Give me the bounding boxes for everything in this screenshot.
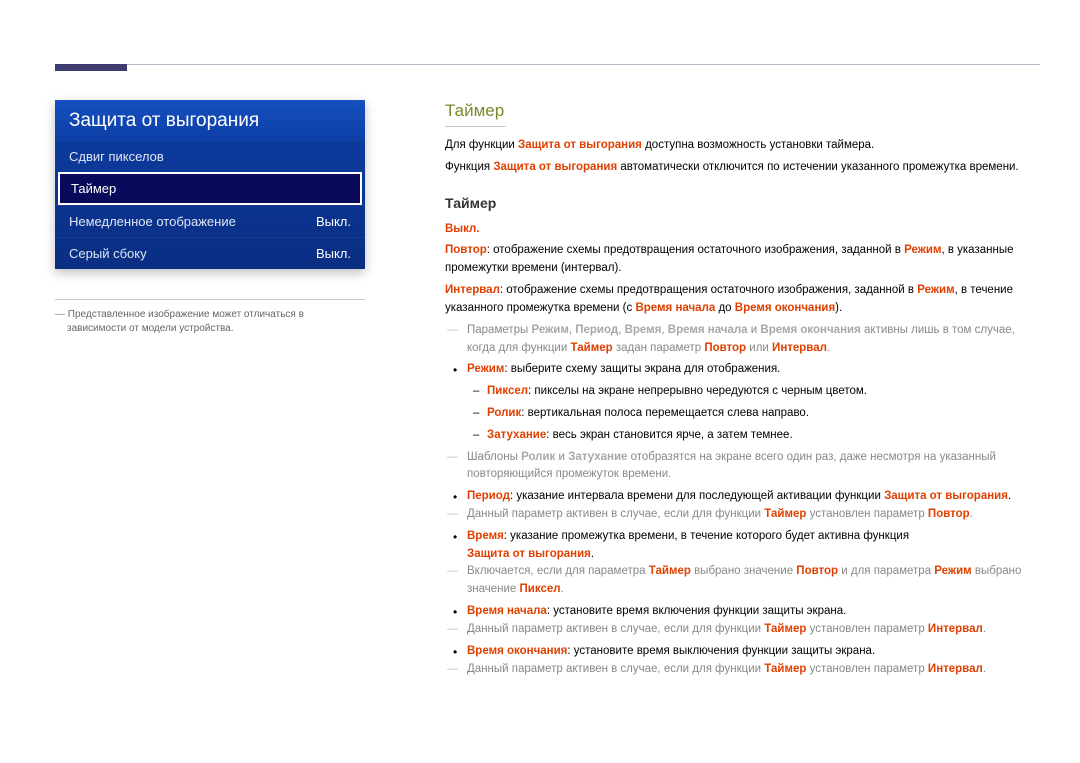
- separator: [55, 299, 365, 300]
- image-caption: Представленное изображение может отличат…: [55, 308, 365, 336]
- note-start: Данный параметр активен в случае, если д…: [467, 621, 1034, 639]
- menu-item-timer[interactable]: Таймер: [58, 172, 362, 205]
- menu-item-value: Выкл.: [316, 246, 351, 261]
- bullet-time: Время: указание промежутка времени, в те…: [467, 528, 1034, 599]
- menu-item-label: Сдвиг пикселов: [69, 149, 164, 164]
- option-interval: Интервал: отображение схемы предотвращен…: [445, 282, 1034, 318]
- note-params-active: Параметры Режим, Период, Время, Время на…: [467, 322, 1034, 358]
- sub-title: Таймер: [445, 193, 1034, 215]
- menu-title: Защита от выгорания: [55, 100, 365, 140]
- section-title: Таймер: [445, 98, 506, 127]
- menu-item-pixel-shift[interactable]: Сдвиг пикселов: [55, 140, 365, 172]
- osd-menu: Защита от выгорания Сдвиг пикселов Тайме…: [55, 100, 365, 269]
- bullet-start-time: Время начала: установите время включения…: [467, 603, 1034, 639]
- note-end: Данный параметр активен в случае, если д…: [467, 661, 1034, 679]
- right-column: Таймер Для функции Защита от выгорания д…: [445, 98, 1034, 682]
- option-off: Выкл.: [445, 221, 1034, 239]
- note-templates: Шаблоны Ролик и Затухание отобразятся на…: [467, 449, 1034, 485]
- top-mark: [55, 64, 127, 71]
- menu-item-label: Серый сбоку: [69, 246, 147, 261]
- dash-list: Пиксел: пикселы на экране непрерывно чер…: [487, 383, 1034, 444]
- intro-line-1: Для функции Защита от выгорания доступна…: [445, 137, 1034, 155]
- menu-item-label: Немедленное отображение: [69, 214, 236, 229]
- bullet-period: Период: указание интервала времени для п…: [467, 488, 1034, 524]
- note-period: Данный параметр активен в случае, если д…: [467, 506, 1034, 524]
- dash-fade: Затухание: весь экран становится ярче, а…: [487, 427, 1034, 445]
- note-time: Включается, если для параметра Таймер вы…: [467, 563, 1034, 599]
- dash-pixel: Пиксел: пикселы на экране непрерывно чер…: [487, 383, 1034, 401]
- menu-item-immediate-display[interactable]: Немедленное отображение Выкл.: [55, 205, 365, 237]
- left-column: Защита от выгорания Сдвиг пикселов Тайме…: [55, 100, 365, 336]
- menu-item-side-gray[interactable]: Серый сбоку Выкл.: [55, 237, 365, 269]
- bullet-end-time: Время окончания: установите время выключ…: [467, 643, 1034, 679]
- bullet-mode: Режим: выберите схему защиты экрана для …: [467, 361, 1034, 484]
- bullet-list: Режим: выберите схему защиты экрана для …: [467, 361, 1034, 678]
- menu-item-label: Таймер: [71, 181, 116, 196]
- intro-line-2: Функция Защита от выгорания автоматическ…: [445, 159, 1034, 177]
- top-rule: [55, 64, 1040, 65]
- option-repeat: Повтор: отображение схемы предотвращения…: [445, 242, 1034, 278]
- menu-item-value: Выкл.: [316, 214, 351, 229]
- dash-roll: Ролик: вертикальная полоса перемещается …: [487, 405, 1034, 423]
